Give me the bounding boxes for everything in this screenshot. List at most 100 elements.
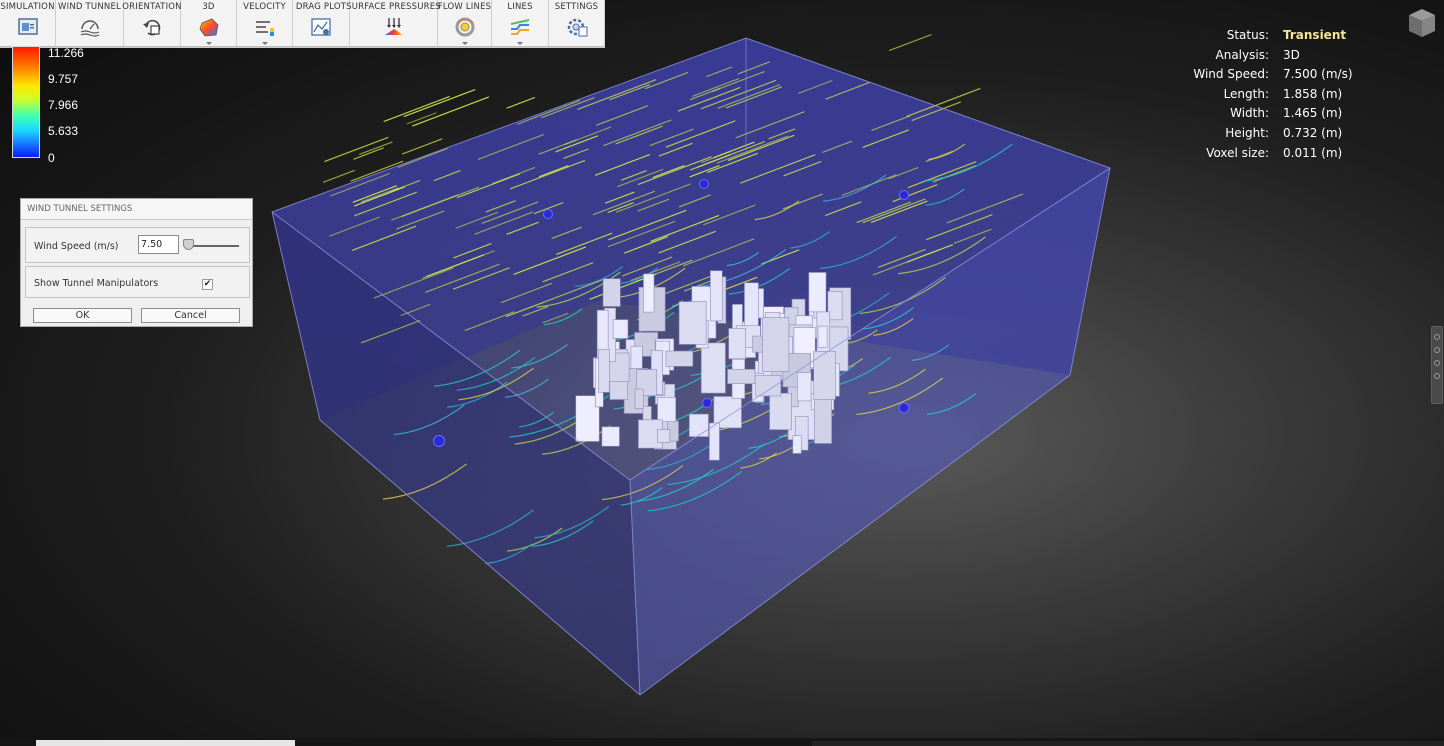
toolbar-button-drag-plot[interactable]: DRAG PLOT [293, 0, 350, 47]
status-key: Status: [1226, 28, 1269, 42]
building-block [796, 372, 812, 402]
status-panel: Status: Transient Analysis: 3D Wind Spee… [1188, 26, 1378, 163]
streamline [888, 33, 932, 52]
wind-speed-label: Wind Speed (m/s) [34, 241, 119, 252]
tunnel-manipulators-row: Show Tunnel Manipulators ✔ [25, 266, 250, 298]
building-block [792, 435, 802, 454]
main-toolbar: SIMULATION WIND TUNNEL ORIENTATION 3D VELOCI… [0, 0, 605, 47]
toolbar-button-label: SIMULATION [0, 2, 55, 12]
legend-tick: 5.633 [48, 124, 79, 138]
wind-tunnel-icon [80, 20, 99, 37]
manipulator-handle[interactable] [699, 179, 709, 189]
wind-speed-input[interactable] [138, 235, 179, 254]
ok-button[interactable]: OK [33, 308, 132, 323]
toolbar-button-settings[interactable]: SETTINGS [549, 0, 605, 47]
status-key: Width: [1230, 106, 1269, 121]
toolbar-button-wind-tunnel[interactable]: WIND TUNNEL [56, 0, 124, 47]
status-value: 0.011 (m) [1283, 145, 1343, 160]
toolbar-button-lines[interactable]: LINES [492, 0, 549, 47]
chevron-down-icon[interactable] [205, 42, 212, 45]
status-key: Analysis: [1215, 47, 1269, 62]
toolbar-button-label: ORIENTATION [122, 2, 182, 12]
bottom-status-bar [0, 738, 1444, 746]
building-block [817, 325, 828, 348]
toolbar-button-label: SETTINGS [554, 2, 599, 12]
velocity-icon [255, 21, 274, 36]
wind-speed-slider-thumb[interactable] [183, 239, 194, 250]
surface-pressures-icon [384, 18, 403, 35]
streamline [359, 141, 393, 156]
status-key: Wind Speed: [1193, 67, 1269, 82]
streamline [383, 95, 450, 123]
manipulator-handle[interactable] [898, 402, 910, 414]
status-value: 3D [1283, 47, 1300, 62]
chevron-down-icon[interactable] [461, 42, 468, 45]
status-row-width: Width: 1.465 (m) [1188, 104, 1378, 124]
navigation-bar[interactable] [1431, 326, 1443, 404]
zoom-icon[interactable] [1434, 360, 1440, 366]
manipulator-handle[interactable] [702, 398, 712, 408]
status-key: Voxel size: [1206, 145, 1269, 160]
fit-view-icon[interactable] [1434, 373, 1440, 379]
wind-speed-row: Wind Speed (m/s) [25, 227, 250, 263]
building-block [657, 397, 677, 422]
tunnel-manipulators-checkbox[interactable]: ✔ [202, 279, 213, 290]
building-block [688, 413, 709, 437]
building-block [634, 388, 644, 409]
building-block [808, 272, 827, 313]
status-value: 0.732 (m) [1283, 125, 1343, 140]
chevron-down-icon[interactable] [261, 42, 268, 45]
status-row-length: Length: 1.858 (m) [1188, 85, 1378, 105]
building-block [700, 342, 726, 394]
lines-icon [510, 19, 530, 35]
toolbar-button-label: SURFACE PRESSURES [346, 2, 441, 12]
status-key: Height: [1225, 125, 1269, 140]
manipulator-handle[interactable] [899, 190, 909, 200]
toolbar-button-flow-lines[interactable]: FLOW LINES [438, 0, 492, 47]
pan-icon[interactable] [1434, 347, 1440, 353]
building-block [601, 426, 620, 447]
legend-tick: 7.966 [48, 98, 79, 112]
toolbar-button-orientation[interactable]: ORIENTATION [122, 0, 182, 47]
status-row-analysis: Analysis: 3D [1188, 46, 1378, 66]
toolbar-button-label: LINES [507, 2, 533, 12]
building-block [602, 278, 621, 307]
legend-tick-max: 11.266 [48, 46, 84, 60]
legend-tick-min: 0 [48, 151, 55, 165]
bottom-progress-segment [36, 740, 295, 746]
3d-icon [199, 18, 218, 37]
streamline [506, 96, 536, 109]
status-value: 1.858 (m) [1283, 86, 1343, 101]
toolbar-button-3d[interactable]: 3D [181, 0, 237, 47]
toolbar-button-label: FLOW LINES [437, 2, 492, 12]
chevron-down-icon[interactable] [517, 42, 523, 45]
toolbar-button-velocity[interactable]: VELOCITY [237, 0, 293, 47]
orientation-icon [143, 19, 161, 36]
manipulator-handle[interactable] [433, 435, 445, 447]
streamline [412, 96, 490, 127]
drag-plot-icon [311, 18, 331, 36]
status-value: Transient [1283, 28, 1347, 42]
toolbar-button-surface-pressures[interactable]: SURFACE PRESSURES [346, 0, 441, 47]
view-cube-icon[interactable] [1407, 7, 1437, 39]
building-block [598, 348, 610, 393]
building-block [814, 392, 832, 444]
cancel-button[interactable]: Cancel [141, 308, 240, 323]
toolbar-button-label: VELOCITY [243, 2, 286, 12]
building-block [612, 319, 629, 339]
building-block [728, 328, 746, 360]
bottom-scroll-segment [812, 741, 1444, 746]
settings-icon [567, 18, 587, 37]
wind-tunnel-settings-dialog: WIND TUNNEL SETTINGS Wind Speed (m/s) Sh… [20, 198, 253, 327]
building-block [769, 392, 792, 430]
orbit-icon[interactable] [1434, 334, 1440, 340]
status-value: 1.465 (m) [1283, 106, 1343, 121]
manipulator-handle[interactable] [543, 209, 553, 219]
toolbar-button-simulation[interactable]: SIMULATION [0, 0, 56, 47]
status-key: Length: [1223, 86, 1269, 101]
status-value: 7.500 (m/s) [1283, 67, 1353, 82]
status-row-status: Status: Transient [1188, 26, 1378, 46]
tunnel-manipulators-label: Show Tunnel Manipulators [34, 278, 159, 289]
streamline [322, 169, 355, 183]
building-block [643, 273, 655, 313]
